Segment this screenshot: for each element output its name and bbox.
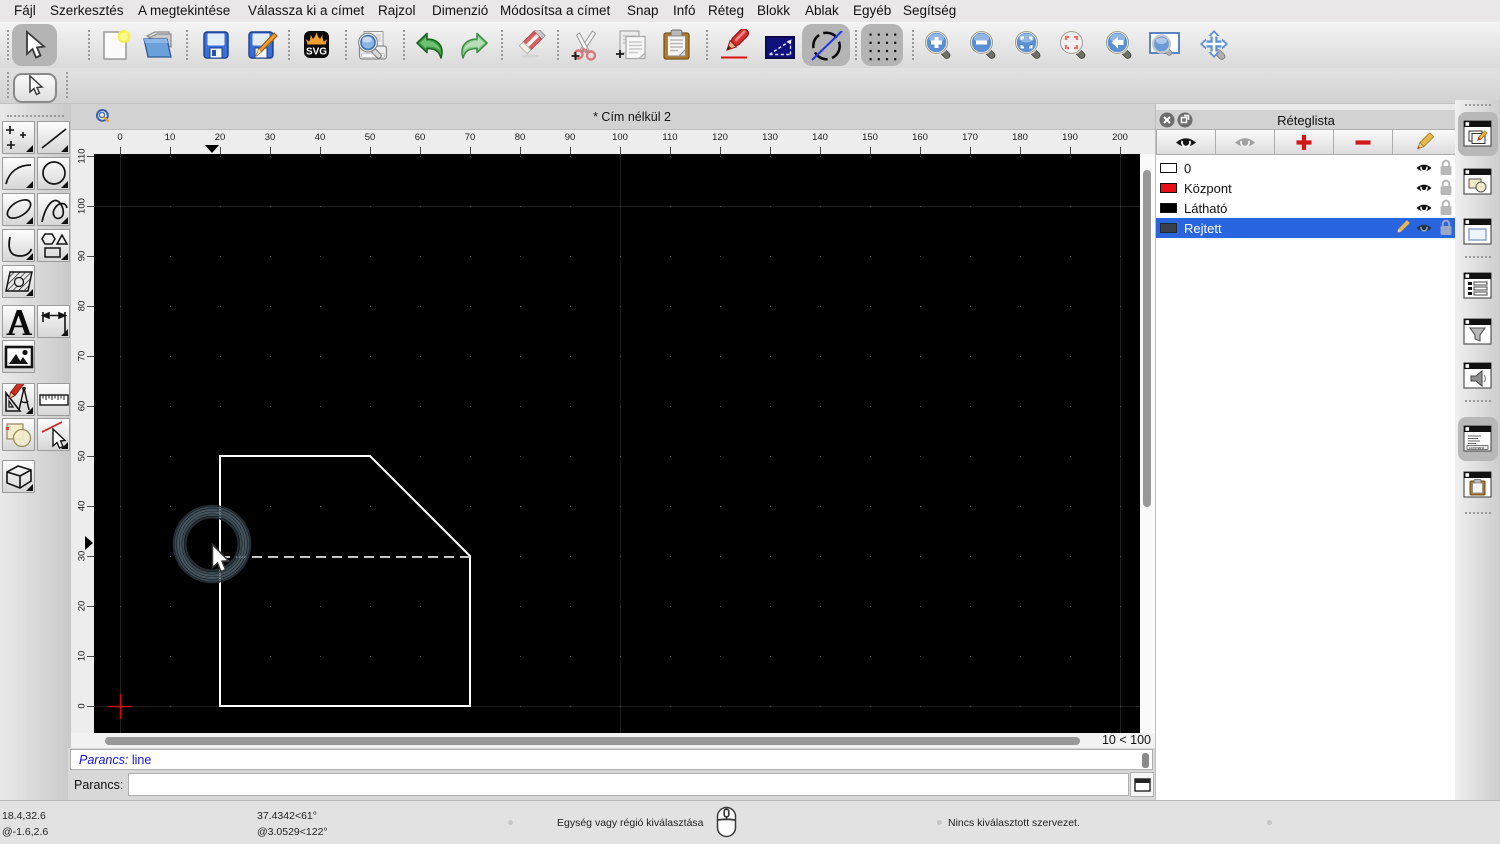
svg-text:command: command [1469,446,1484,450]
svg-text:SVG: SVG [306,46,327,58]
